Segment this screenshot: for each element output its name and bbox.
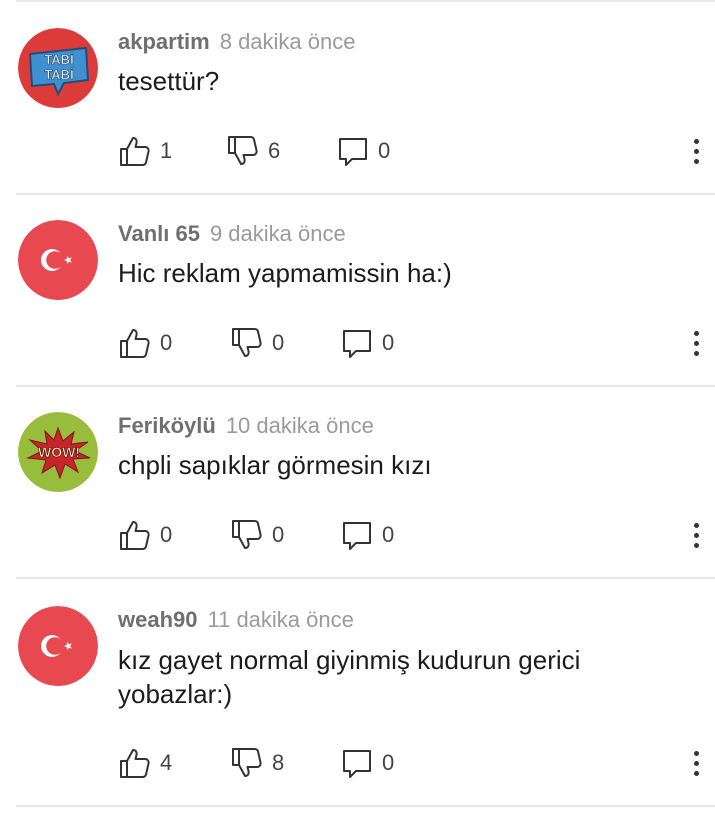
wow-avatar-icon: WOW! — [18, 412, 98, 492]
like-count: 4 — [160, 750, 173, 775]
comment-item: TABİ TABİ akpartim 8 dakika önce tesettür… — [0, 0, 715, 193]
svg-text:WOW!: WOW! — [38, 444, 80, 460]
dislike-count: 0 — [272, 522, 285, 547]
reply-count: 0 — [382, 330, 395, 355]
more-options-button[interactable] — [686, 518, 706, 552]
more-vertical-icon — [693, 330, 699, 336]
like-button[interactable]: 1 — [118, 134, 172, 168]
svg-text:TABİ: TABİ — [44, 52, 73, 67]
reply-button[interactable]: 0 — [340, 326, 394, 360]
timestamp: 11 dakika önce — [207, 607, 354, 632]
reply-count: 0 — [382, 522, 395, 547]
more-vertical-icon — [693, 522, 699, 528]
thumbs-up-icon — [120, 749, 150, 778]
comment-meta: Vanlı 65 9 dakika önce — [118, 221, 346, 247]
dislike-count: 6 — [268, 138, 281, 163]
reply-count: 0 — [378, 138, 391, 163]
comment-meta: akpartim 8 dakika önce — [118, 29, 355, 55]
avatar[interactable] — [18, 220, 98, 300]
comment-item: weah90 11 dakika önce kız gayet normal gi… — [0, 579, 715, 805]
author-name[interactable]: Feriköylü — [118, 413, 216, 438]
comment-item: WOW! Feriköylü 10 dakika önce chpli sapık… — [0, 387, 715, 577]
turkish-flag-avatar-icon — [18, 220, 98, 300]
like-button[interactable]: 0 — [118, 326, 172, 360]
like-count: 0 — [160, 522, 173, 547]
like-button[interactable]: 0 — [118, 518, 172, 552]
timestamp: 10 dakika önce — [225, 413, 374, 438]
more-options-button[interactable] — [686, 746, 706, 780]
comment-text: Hic reklam yapmamissin ha:) — [118, 258, 452, 288]
author-name[interactable]: weah90 — [118, 607, 198, 632]
divider — [16, 805, 715, 807]
dislike-count: 0 — [272, 330, 285, 355]
author-name[interactable]: akpartim — [118, 29, 210, 54]
more-options-button[interactable] — [686, 134, 706, 168]
avatar[interactable] — [18, 606, 98, 686]
comment-bubble-icon — [343, 522, 371, 550]
like-button[interactable]: 4 — [118, 746, 172, 780]
dislike-button[interactable]: 0 — [230, 518, 284, 552]
thumbs-up-icon — [120, 521, 150, 550]
thumbs-up-icon — [120, 137, 150, 166]
comment-text: kız gayet normal giyinmiş kudurun gerici… — [118, 645, 581, 709]
tabi-avatar-icon: TABİ TABİ — [18, 28, 98, 108]
more-options-button[interactable] — [686, 326, 706, 360]
more-vertical-icon — [693, 138, 699, 144]
comment-meta: Feriköylü 10 dakika önce — [118, 413, 374, 439]
avatar[interactable]: WOW! — [18, 412, 98, 492]
reply-button[interactable]: 0 — [340, 518, 394, 552]
thumbs-down-icon — [232, 748, 262, 777]
like-count: 0 — [160, 330, 173, 355]
thumbs-up-icon — [120, 329, 150, 358]
thumbs-down-icon — [232, 520, 262, 549]
thumbs-down-icon — [232, 328, 262, 357]
dislike-button[interactable]: 8 — [230, 746, 284, 780]
comment-bubble-icon — [343, 750, 371, 778]
reply-button[interactable]: 0 — [336, 134, 390, 168]
avatar[interactable]: TABİ TABİ — [18, 28, 98, 108]
more-vertical-icon — [693, 750, 699, 756]
like-count: 1 — [160, 138, 173, 163]
timestamp: 9 dakika önce — [209, 221, 346, 246]
comment-item: Vanlı 65 9 dakika önce Hic reklam yapmami… — [0, 195, 715, 385]
comment-text: tesettür? — [118, 66, 220, 96]
comment-meta: weah90 11 dakika önce — [118, 607, 354, 633]
reply-count: 0 — [382, 750, 395, 775]
comment-bubble-icon — [343, 330, 371, 358]
timestamp: 8 dakika önce — [219, 29, 356, 54]
dislike-button[interactable]: 0 — [230, 326, 284, 360]
thumbs-down-icon — [228, 136, 258, 165]
turkish-flag-avatar-icon — [18, 606, 98, 686]
svg-text:TABİ: TABİ — [44, 67, 73, 82]
comment-text: chpli sapıklar görmesin kızı — [118, 450, 432, 480]
dislike-button[interactable]: 6 — [226, 134, 280, 168]
comment-bubble-icon — [339, 138, 367, 166]
reply-button[interactable]: 0 — [340, 746, 394, 780]
dislike-count: 8 — [272, 750, 285, 775]
author-name[interactable]: Vanlı 65 — [118, 221, 200, 246]
